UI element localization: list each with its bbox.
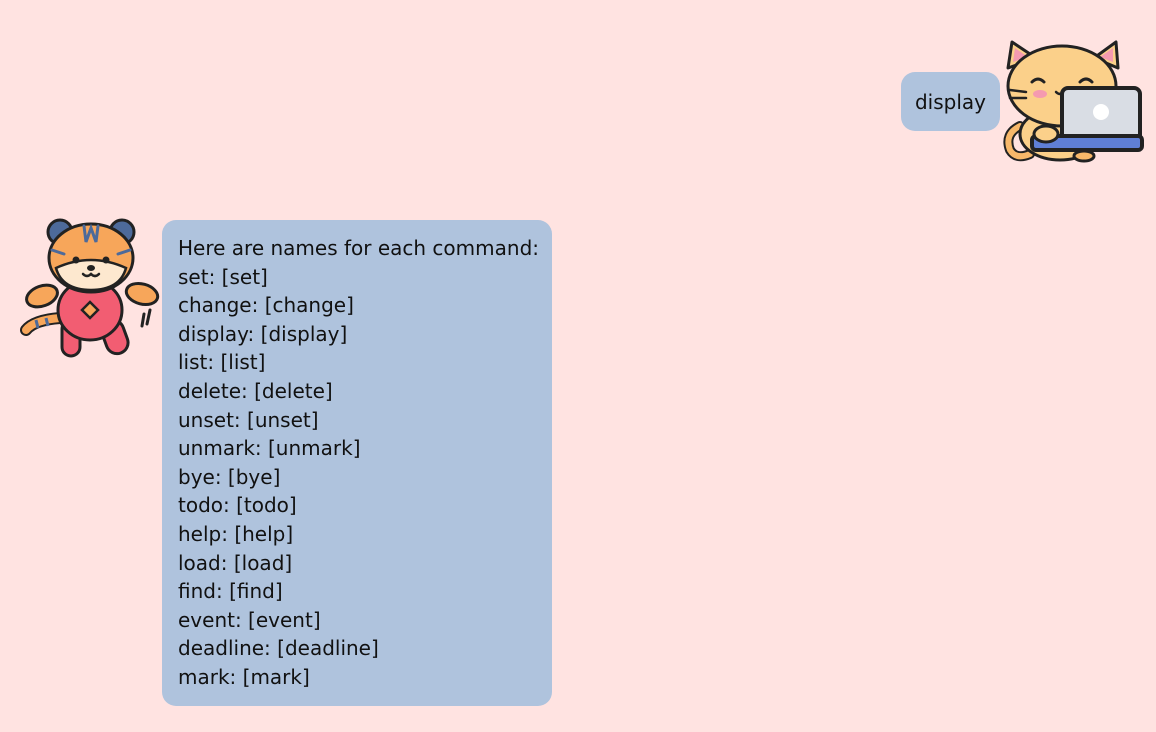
- command-line: delete: [delete]: [178, 378, 333, 403]
- bot-message-bubble: Here are names for each command: set: [s…: [162, 220, 552, 706]
- command-line: display: [display]: [178, 321, 348, 346]
- chat-window: display Here are names for each command:…: [0, 0, 1156, 732]
- command-line: change: [change]: [178, 293, 354, 318]
- command-line: event: [event]: [178, 607, 321, 632]
- command-line: mark: [mark]: [178, 664, 310, 689]
- command-line: load: [load]: [178, 550, 293, 575]
- command-line: deadline: [deadline]: [178, 636, 379, 661]
- command-line: find: [find]: [178, 579, 283, 604]
- command-line: unmark: [unmark]: [178, 436, 361, 461]
- command-line: unset: [unset]: [178, 407, 319, 432]
- command-line: todo: [todo]: [178, 493, 297, 518]
- user-message-bubble: display: [901, 72, 1000, 131]
- command-line: bye: [bye]: [178, 464, 281, 489]
- bot-message-heading: Here are names for each command:: [178, 236, 539, 260]
- cat-with-laptop-icon: [1003, 40, 1144, 163]
- command-line: list: [list]: [178, 350, 266, 375]
- command-line: set: [set]: [178, 264, 268, 289]
- tiger-icon: [20, 218, 160, 358]
- command-line: help: [help]: [178, 521, 294, 546]
- user-message-text: display: [914, 89, 986, 114]
